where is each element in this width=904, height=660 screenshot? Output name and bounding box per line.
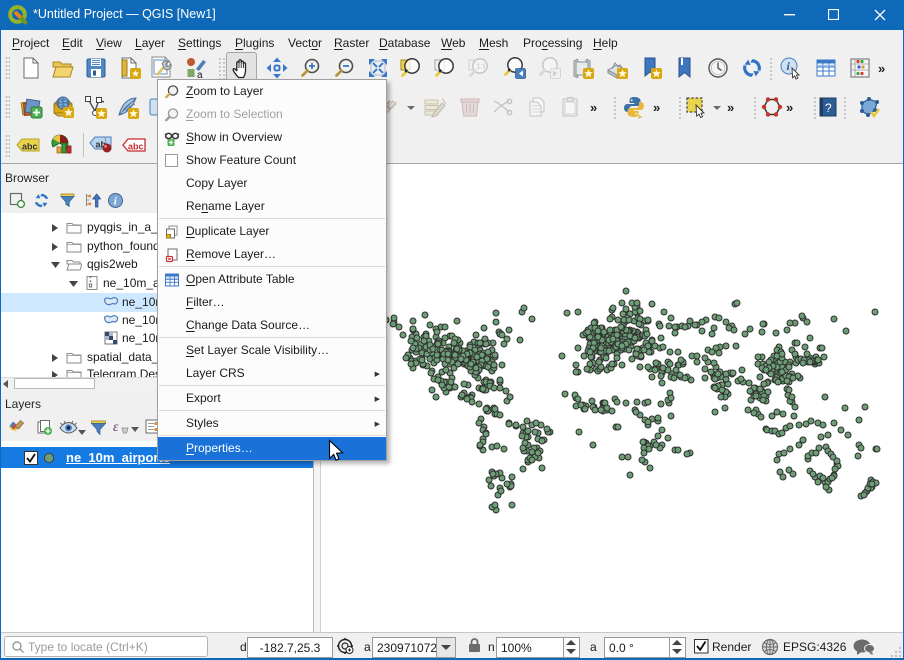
svg-text:?: ? <box>825 101 832 115</box>
svg-text:ε: ε <box>113 420 119 435</box>
svg-text:abc: abc <box>128 142 144 152</box>
svg-text:abc: abc <box>22 142 38 152</box>
svg-text:1:1: 1:1 <box>476 64 486 71</box>
